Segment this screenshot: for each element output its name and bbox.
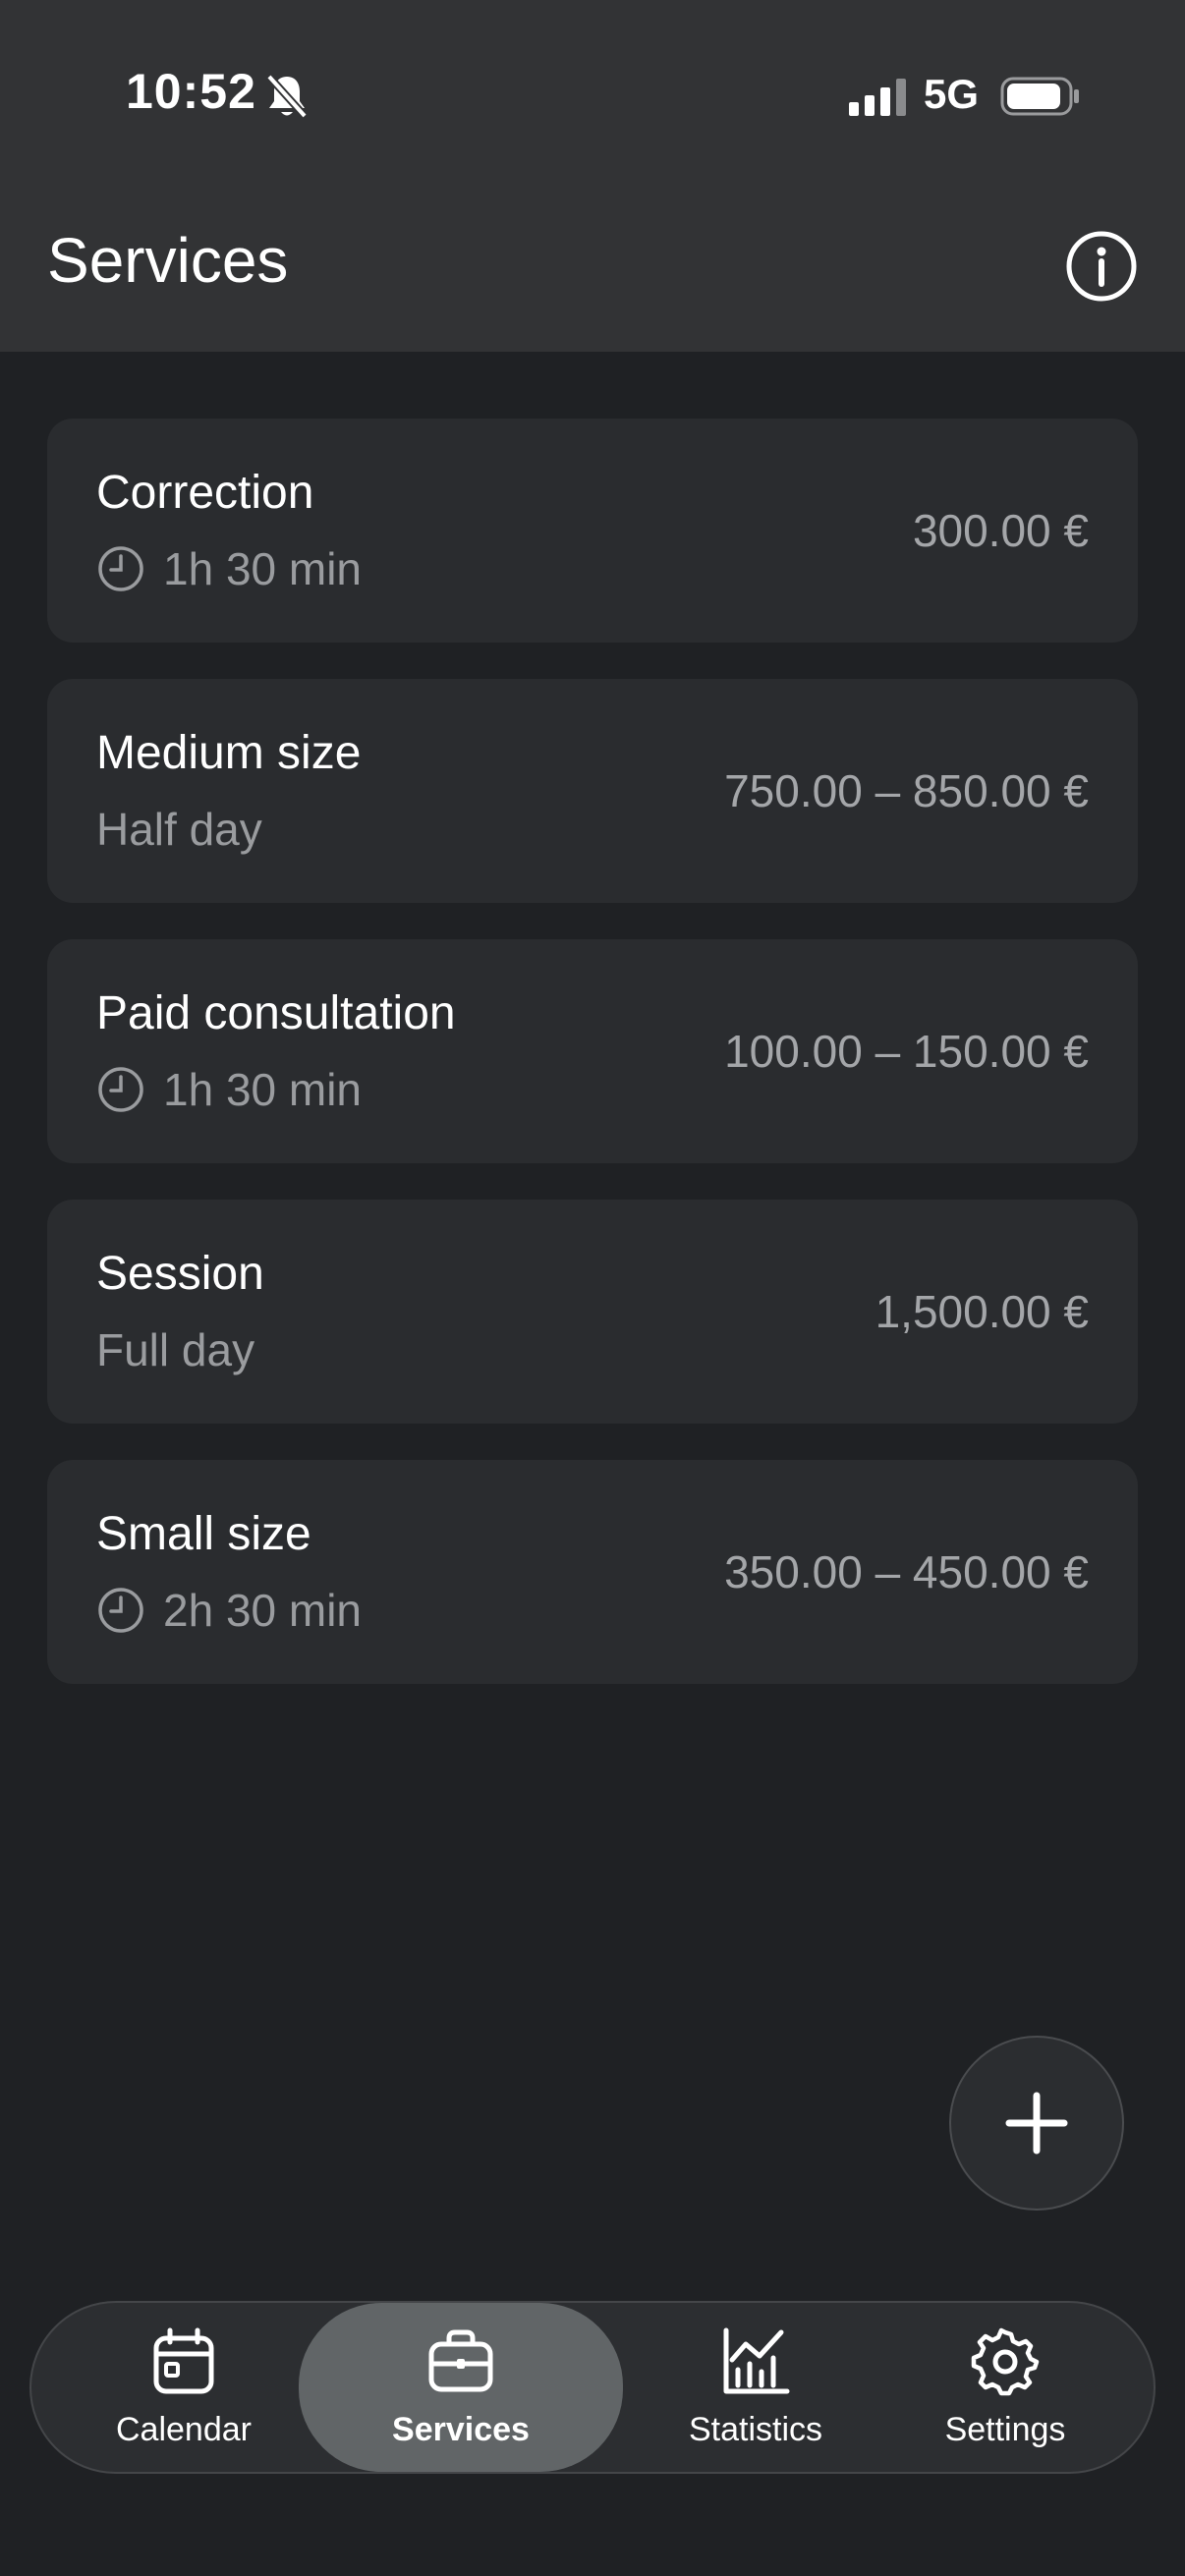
service-card[interactable]: Small size 2h 30 min 350.00 – 450.00 € <box>47 1460 1138 1684</box>
chart-icon <box>723 2327 790 2393</box>
service-price: 750.00 – 850.00 € <box>724 765 1089 816</box>
service-price: 300.00 € <box>912 505 1089 556</box>
tab-label: Settings <box>944 2410 1066 2448</box>
service-duration: 1h 30 min <box>96 542 362 595</box>
gear-icon <box>971 2327 1040 2395</box>
page-title: Services <box>47 225 289 296</box>
service-duration: Full day <box>96 1323 254 1376</box>
status-time: 10:52 <box>126 64 256 119</box>
briefcase-icon <box>428 2329 493 2391</box>
tab-label: Statistics <box>688 2410 823 2448</box>
service-price: 350.00 – 450.00 € <box>724 1546 1089 1597</box>
clock-icon <box>98 546 143 591</box>
battery-icon <box>1000 77 1079 116</box>
service-duration: Half day <box>96 803 262 856</box>
tab-services[interactable]: Services <box>299 2303 623 2472</box>
service-name: Correction <box>96 467 314 519</box>
service-duration: 1h 30 min <box>96 1063 362 1116</box>
service-duration-text: Half day <box>96 804 262 855</box>
add-service-button[interactable] <box>949 2036 1124 2211</box>
services-list: Correction 1h 30 min 300.00 € Medium siz… <box>47 419 1138 1720</box>
service-price: 100.00 – 150.00 € <box>724 1026 1089 1077</box>
tab-label: Calendar <box>116 2410 252 2448</box>
service-card[interactable]: Correction 1h 30 min 300.00 € <box>47 419 1138 643</box>
network-type: 5G <box>924 71 980 117</box>
clock-icon <box>98 1067 143 1112</box>
tab-label: Services <box>392 2410 530 2448</box>
service-price: 1,500.00 € <box>875 1286 1089 1337</box>
service-card[interactable]: Session Full day 1,500.00 € <box>47 1200 1138 1424</box>
clock-icon <box>98 1588 143 1633</box>
service-duration-text: 1h 30 min <box>163 543 363 594</box>
service-name: Paid consultation <box>96 987 456 1039</box>
service-card[interactable]: Medium size Half day 750.00 – 850.00 € <box>47 679 1138 903</box>
tab-bar: Calendar Services Statistics Settings <box>29 2301 1156 2474</box>
info-icon[interactable] <box>1065 230 1138 303</box>
tab-calendar[interactable]: Calendar <box>51 2303 316 2472</box>
service-duration-text: 2h 30 min <box>163 1585 363 1636</box>
tab-settings[interactable]: Settings <box>873 2303 1138 2472</box>
signal-icon <box>849 79 906 116</box>
service-card[interactable]: Paid consultation 1h 30 min 100.00 – 150… <box>47 939 1138 1163</box>
calendar-icon <box>153 2327 214 2393</box>
service-duration-text: Full day <box>96 1324 255 1375</box>
service-name: Small size <box>96 1508 311 1560</box>
service-name: Medium size <box>96 727 362 779</box>
plus-icon <box>1005 2092 1068 2155</box>
bell-muted-icon <box>266 74 308 119</box>
top-bar: 10:52 5G Services <box>0 0 1185 352</box>
service-duration-text: 1h 30 min <box>163 1064 363 1115</box>
tab-statistics[interactable]: Statistics <box>623 2303 888 2472</box>
service-name: Session <box>96 1248 264 1300</box>
status-bar: 10:52 5G <box>0 0 1185 196</box>
service-duration: 2h 30 min <box>96 1584 362 1637</box>
